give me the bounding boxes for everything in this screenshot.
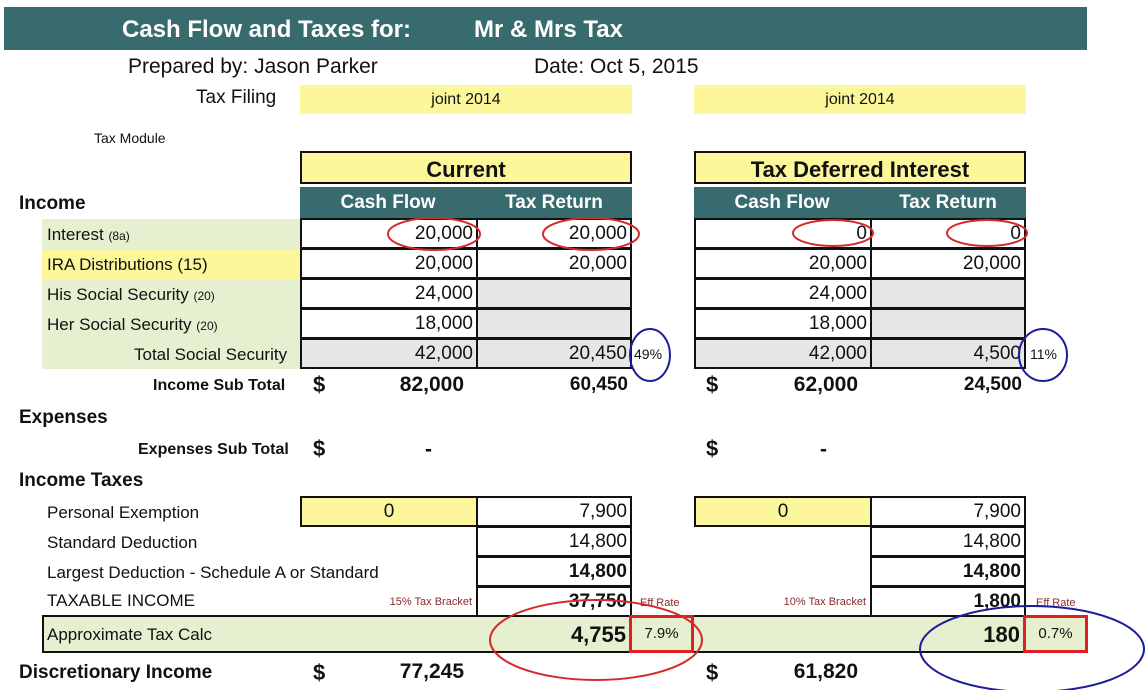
deferred-eff-rate: 0.7% xyxy=(1023,615,1088,653)
current-standard-deduction: 14,800 xyxy=(476,526,632,557)
deferred-ss-taxable-pct: 11% xyxy=(1030,346,1057,362)
expenses-deferred-value: - xyxy=(820,438,827,461)
expenses-section-heading: Expenses xyxy=(19,407,108,428)
deferred-personal-exemption-input[interactable]: 0 xyxy=(694,496,872,527)
deferred-taxable-income: 1,800 xyxy=(870,586,1026,617)
income-label-text: His Social Security xyxy=(47,285,189,304)
deferred-approx-tax: 180 xyxy=(983,622,1020,647)
current-ss-taxable-pct: 49% xyxy=(634,346,663,362)
current-her-ss-cashflow[interactable]: 18,000 xyxy=(300,308,478,339)
current-taxable-income: 37,750 xyxy=(476,586,632,617)
current-table-title: Current xyxy=(300,151,632,184)
current-personal-exemption-value: 7,900 xyxy=(476,496,632,527)
deferred-ira-cashflow[interactable]: 20,000 xyxy=(694,248,872,279)
current-cashflow-header: Cash Flow xyxy=(300,187,476,218)
deferred-standard-deduction: 14,800 xyxy=(870,526,1026,557)
personal-exemption-label: Personal Exemption xyxy=(47,503,200,522)
deferred-personal-exemption-value: 7,900 xyxy=(870,496,1026,527)
current-largest-deduction: 14,800 xyxy=(476,556,632,587)
current-his-ss-cashflow[interactable]: 24,000 xyxy=(300,278,478,309)
discretionary-deferred-currency: $ xyxy=(706,660,719,685)
largest-deduction-label: Largest Deduction - Schedule A or Standa… xyxy=(47,563,379,582)
expenses-subtotal-label: Expenses Sub Total xyxy=(138,441,289,458)
report-date: Date: Oct 5, 2015 xyxy=(534,55,699,78)
approx-tax-label: Approximate Tax Calc xyxy=(47,625,213,644)
current-interest-taxreturn[interactable]: 20,000 xyxy=(476,218,632,249)
current-interest-cashflow[interactable]: 20,000 xyxy=(300,218,478,249)
discretionary-current-currency: $ xyxy=(313,660,326,685)
income-label-text: Her Social Security xyxy=(47,315,192,334)
report-title: Cash Flow and Taxes for: xyxy=(122,16,411,43)
income-label-text: Interest xyxy=(47,225,104,244)
current-her-ss-taxreturn xyxy=(476,308,632,339)
income-subtotal-deferred-cashflow: 62,000 xyxy=(793,373,858,396)
current-eff-rate: 7.9% xyxy=(629,615,694,653)
income-section-heading: Income xyxy=(19,193,86,214)
deferred-cashflow-header: Cash Flow xyxy=(694,187,870,218)
line-ref: (20) xyxy=(193,289,215,303)
income-subtotal-deferred-taxreturn: 24,500 xyxy=(963,374,1022,395)
deferred-taxreturn-header: Tax Return xyxy=(870,187,1026,218)
current-eff-rate-label: Eff Rate xyxy=(640,597,680,609)
expenses-deferred-currency: $ xyxy=(706,436,719,461)
income-taxes-section-heading: Income Taxes xyxy=(19,470,144,491)
current-approx-tax: 4,755 xyxy=(570,622,626,647)
current-total-ss-taxreturn: 20,450 xyxy=(476,338,632,369)
income-subtotal-deferred-currency: $ xyxy=(706,372,719,397)
deferred-total-ss-cashflow: 42,000 xyxy=(694,338,872,369)
deferred-his-ss-cashflow[interactable]: 24,000 xyxy=(694,278,872,309)
expenses-current-value: - xyxy=(425,438,432,461)
income-subtotal-current-currency: $ xyxy=(313,372,326,397)
tax-filing-current-input[interactable]: joint 2014 xyxy=(300,85,632,114)
client-name: Mr & Mrs Tax xyxy=(474,16,623,43)
current-personal-exemption-input[interactable]: 0 xyxy=(300,496,478,527)
tax-module-label: Tax Module xyxy=(94,130,166,146)
income-label-her-ss: Her Social Security (20) xyxy=(47,315,218,335)
deferred-her-ss-cashflow[interactable]: 18,000 xyxy=(694,308,872,339)
income-label-interest: Interest (8a) xyxy=(47,225,130,245)
expenses-current-currency: $ xyxy=(313,436,326,461)
discretionary-deferred-value: 61,820 xyxy=(793,660,858,683)
deferred-interest-taxreturn[interactable]: 0 xyxy=(870,218,1026,249)
income-label-his-ss: His Social Security (20) xyxy=(47,285,215,305)
deferred-total-ss-taxreturn: 4,500 xyxy=(870,338,1026,369)
income-subtotal-current-taxreturn: 60,450 xyxy=(569,374,628,395)
deferred-eff-rate-label: Eff Rate xyxy=(1036,597,1076,609)
income-subtotal-label: Income Sub Total xyxy=(153,377,286,394)
discretionary-income-label: Discretionary Income xyxy=(19,662,213,683)
current-tax-bracket: 15% Tax Bracket xyxy=(389,596,472,608)
taxable-income-label: TAXABLE INCOME xyxy=(47,591,195,610)
prepared-by: Prepared by: Jason Parker xyxy=(128,55,378,78)
income-label-total-ss: Total Social Security xyxy=(134,345,288,364)
income-subtotal-current-cashflow: 82,000 xyxy=(399,373,464,396)
standard-deduction-label: Standard Deduction xyxy=(47,533,198,552)
tax-filing-label: Tax Filing xyxy=(196,87,277,108)
current-taxreturn-header: Tax Return xyxy=(476,187,632,218)
deferred-tax-bracket: 10% Tax Bracket xyxy=(783,596,866,608)
current-ira-taxreturn[interactable]: 20,000 xyxy=(476,248,632,279)
line-ref: (20) xyxy=(196,319,218,333)
deferred-table-title: Tax Deferred Interest xyxy=(694,151,1026,184)
deferred-her-ss-taxreturn xyxy=(870,308,1026,339)
current-ira-cashflow[interactable]: 20,000 xyxy=(300,248,478,279)
current-his-ss-taxreturn xyxy=(476,278,632,309)
deferred-interest-cashflow[interactable]: 0 xyxy=(694,218,872,249)
deferred-ira-taxreturn[interactable]: 20,000 xyxy=(870,248,1026,279)
deferred-his-ss-taxreturn xyxy=(870,278,1026,309)
line-ref: (8a) xyxy=(108,229,130,243)
discretionary-current-value: 77,245 xyxy=(399,660,464,683)
current-total-ss-cashflow: 42,000 xyxy=(300,338,478,369)
deferred-largest-deduction: 14,800 xyxy=(870,556,1026,587)
income-label-ira: IRA Distributions (15) xyxy=(47,255,208,274)
tax-filing-deferred-input[interactable]: joint 2014 xyxy=(694,85,1026,114)
